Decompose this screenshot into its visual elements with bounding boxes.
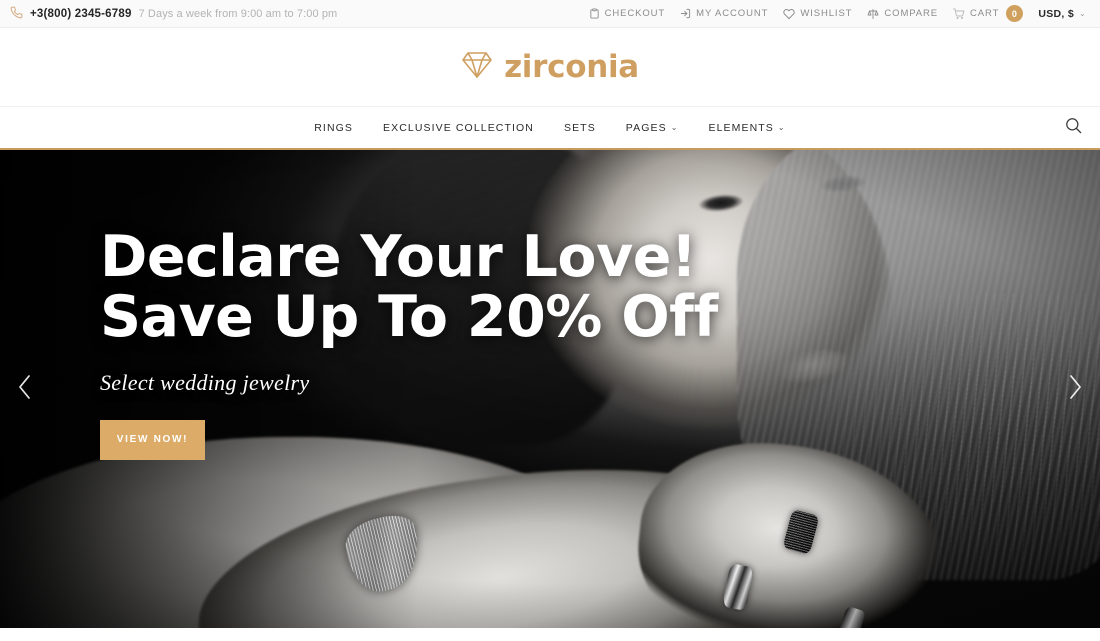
search-icon <box>1064 116 1083 140</box>
nav-label-pages: PAGES <box>625 121 667 134</box>
site-logo[interactable]: zirconia <box>461 49 639 85</box>
checkout-link[interactable]: CHECKOUT <box>589 8 666 19</box>
top-utility-bar: +3(800) 2345-6789 7 Days a week from 9:0… <box>0 0 1100 28</box>
wishlist-link[interactable]: WISHLIST <box>783 8 852 20</box>
my-account-label: MY ACCOUNT <box>696 8 769 19</box>
hero-subheading: Select wedding jewelry <box>100 369 310 395</box>
nav-item-exclusive-collection[interactable]: EXCLUSIVE COLLECTION <box>383 122 534 134</box>
phone-number[interactable]: +3(800) 2345-6789 <box>30 8 132 20</box>
hero-content: Declare Your Love! Save Up To 20% Off Se… <box>100 227 718 460</box>
nav-list: RINGS EXCLUSIVE COLLECTION SETS PAGES ⌄ … <box>314 122 785 134</box>
topbar-links: CHECKOUT MY ACCOUNT WISHLIST COMPARE CAR… <box>589 5 1086 22</box>
search-button[interactable] <box>1061 116 1085 140</box>
diamond-icon <box>461 50 493 85</box>
topbar-contact: +3(800) 2345-6789 7 Days a week from 9:0… <box>10 6 337 22</box>
chevron-right-icon <box>1067 374 1083 405</box>
compare-label: COMPARE <box>884 8 939 19</box>
nav-label-elements: ELEMENTS <box>708 121 774 134</box>
hero-heading-line1: Declare Your Love! <box>100 224 697 290</box>
main-navigation: RINGS EXCLUSIVE COLLECTION SETS PAGES ⌄ … <box>0 107 1100 148</box>
view-now-button[interactable]: VIEW NOW! <box>100 419 205 460</box>
currency-value: USD, $ <box>1038 7 1074 20</box>
my-account-link[interactable]: MY ACCOUNT <box>680 8 768 19</box>
cart-label: CART <box>970 8 1000 19</box>
chevron-down-icon: ⌄ <box>1078 9 1086 18</box>
nav-label-exclusive-collection: EXCLUSIVE COLLECTION <box>383 121 534 134</box>
currency-selector[interactable]: USD, $ ⌄ <box>1038 8 1086 20</box>
slider-next-button[interactable] <box>1058 369 1092 409</box>
chevron-down-icon: ⌄ <box>670 123 679 132</box>
nav-item-sets[interactable]: SETS <box>564 122 596 134</box>
cart-link[interactable]: CART 0 <box>953 5 1024 22</box>
nav-label-sets: SETS <box>563 121 596 134</box>
hero-slider: Declare Your Love! Save Up To 20% Off Se… <box>0 148 1100 628</box>
balance-scale-icon <box>867 8 879 20</box>
nav-item-rings[interactable]: RINGS <box>314 122 353 134</box>
working-hours: 7 Days a week from 9:00 am to 7:00 pm <box>138 7 338 20</box>
heart-icon <box>783 8 796 20</box>
compare-link[interactable]: COMPARE <box>867 8 938 20</box>
phone-icon <box>10 6 23 22</box>
nav-item-elements[interactable]: ELEMENTS ⌄ <box>709 122 786 134</box>
hero-heading: Declare Your Love! Save Up To 20% Off <box>100 227 718 350</box>
login-icon <box>680 8 691 19</box>
hero-heading-line2: Save Up To 20% Off <box>100 283 718 350</box>
checkout-label: CHECKOUT <box>604 8 666 19</box>
wishlist-label: WISHLIST <box>800 8 853 19</box>
clipboard-icon <box>589 8 600 19</box>
chevron-left-icon <box>17 374 33 405</box>
nav-label-rings: RINGS <box>314 121 354 134</box>
logo-text: zirconia <box>504 49 639 85</box>
cart-icon <box>953 8 965 20</box>
nav-item-pages[interactable]: PAGES ⌄ <box>626 122 679 134</box>
chevron-down-icon: ⌄ <box>777 123 786 132</box>
slider-prev-button[interactable] <box>8 369 42 409</box>
logo-band: zirconia <box>0 28 1100 107</box>
cart-count-badge: 0 <box>1006 5 1024 22</box>
